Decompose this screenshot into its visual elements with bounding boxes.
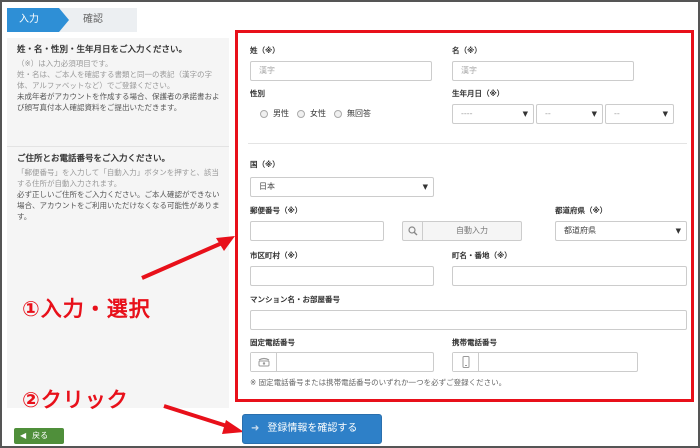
page-frame: 入力 確認 姓・名・性別・生年月日をご入力ください。 （※）は入力必須項目です。…: [0, 0, 700, 448]
annotation-arrows: [141, 236, 244, 434]
confirm-label: 登録情報を確認する: [267, 423, 358, 434]
annotation-step2: ②クリック: [22, 388, 129, 412]
arrow-to-confirm-line: [163, 404, 231, 429]
annotation-step1: ①入力・選択: [22, 297, 151, 321]
back-label: 戻る: [32, 431, 49, 440]
arrow-to-form-line: [141, 241, 223, 280]
back-button[interactable]: ◀ 戻る: [14, 428, 64, 444]
arrow-left-icon: ◀: [20, 431, 27, 440]
arrow-to-confirm-head: [222, 420, 244, 434]
confirm-button[interactable]: ➜ 登録情報を確認する: [242, 414, 382, 444]
arrow-right-icon: ➜: [251, 423, 260, 434]
